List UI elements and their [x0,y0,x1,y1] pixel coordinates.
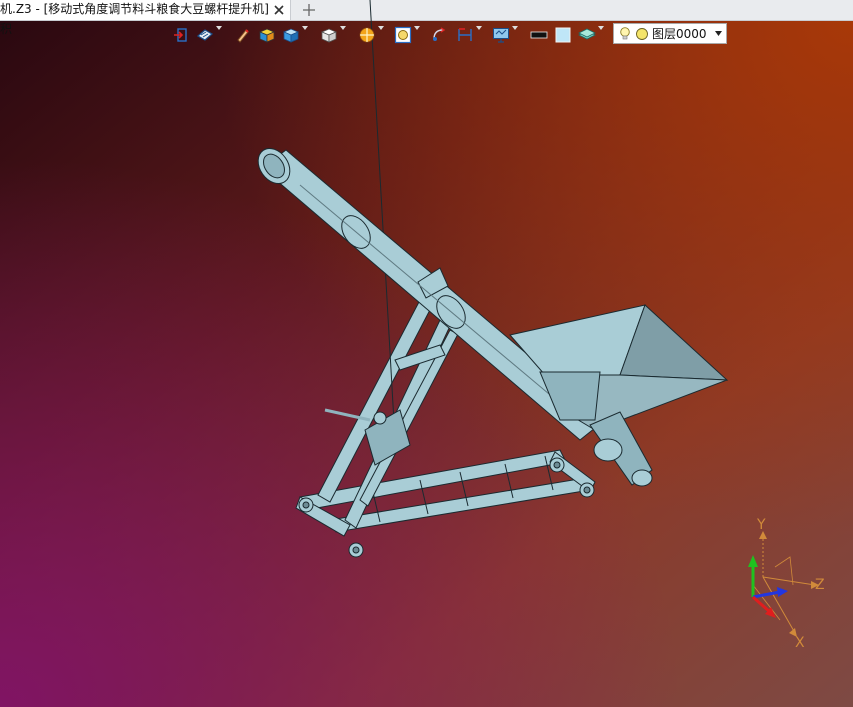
cube-view-icon [320,28,338,43]
line-color-button[interactable] [530,24,548,46]
view-orientation-icon [196,29,214,41]
drive-motor [589,411,653,487]
zoom-fit-button[interactable] [394,24,422,46]
chevron-down-icon [378,26,384,30]
layer-select[interactable]: 图层0000 [613,23,727,44]
section-view-button[interactable] [358,24,386,46]
chevron-down-icon [216,26,222,30]
view-orientation-button[interactable] [196,24,224,46]
layer-stack-button[interactable] [578,24,606,46]
chevron-down-icon [476,26,482,30]
screw-conveyor-model[interactable] [0,0,853,707]
dimension-button[interactable] [456,24,484,46]
render-shaded-icon [258,28,276,43]
chevron-down-icon [512,26,518,30]
view-toolbar [168,24,608,46]
chevron-down-icon [302,26,308,30]
layer-color-dot-icon [636,28,648,40]
chevron-down-icon [598,26,604,30]
app-window: 机.Z3 - [移动式角度调节料斗粮食大豆螺杆提升机] 积 图层0000 Y Z… [0,0,853,707]
coordinate-triad: Y Z X [748,517,825,650]
exit-sketch-icon [174,28,187,42]
screen-settings-button[interactable] [492,24,520,46]
zoom-fit-icon [394,26,412,44]
hopper [509,304,729,431]
dimension-icon [458,28,472,41]
section-view-icon [359,27,375,43]
rotate-button[interactable] [430,24,448,46]
display-mode-icon [282,28,300,43]
fill-color-button[interactable] [554,24,572,46]
fill-color-icon [555,27,571,43]
triad-z-label: Z [815,577,825,593]
render-shaded-button[interactable] [258,24,276,46]
triad-x-label: X [795,635,805,650]
triad-y-label: Y [756,517,766,533]
screen-settings-icon [493,28,509,43]
rotate-icon [433,27,446,41]
line-color-icon [530,31,548,39]
lightbulb-icon[interactable] [619,27,631,41]
layer-value: 图层0000 [652,27,707,41]
pen-icon [237,29,249,43]
chevron-down-icon [414,26,420,30]
chevron-down-icon[interactable] [715,31,722,36]
chevron-down-icon [340,26,346,30]
display-mode-button[interactable] [282,24,310,46]
exit-sketch-button[interactable] [172,24,190,46]
cube-view-button[interactable] [320,24,348,46]
layer-stack-icon [578,28,596,40]
pen-button[interactable] [234,24,252,46]
